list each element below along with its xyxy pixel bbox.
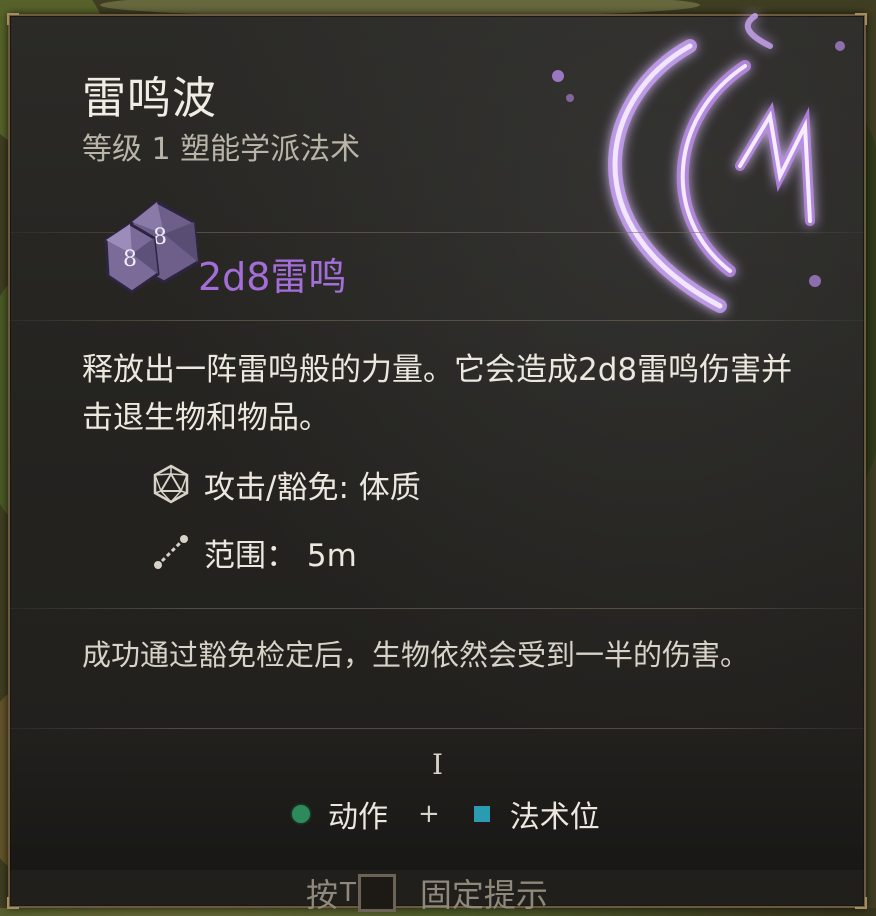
hint-key: T [340, 878, 356, 908]
pin-tooltip-hint: 按 T 固定提示 [306, 870, 548, 916]
save-label: 攻击/豁免: 体质 [204, 469, 421, 506]
action-cost: 动作 + 法术位 [292, 792, 600, 836]
range-icon [154, 535, 188, 569]
action-icon [292, 805, 310, 823]
dice-icon: 8 8 [104, 200, 200, 294]
property-save: 攻击/豁免: 体质 [150, 462, 421, 506]
spell-name: 雷鸣波 [82, 73, 217, 124]
spell-slot-label: 法术位 [509, 800, 600, 835]
svg-text:8: 8 [123, 247, 137, 272]
damage-roll: 2d8雷鸣 [198, 255, 347, 299]
spell-school-level: 等级 1 塑能学派法术 [82, 132, 361, 167]
keybind-box[interactable] [357, 874, 396, 912]
divider [10, 608, 864, 609]
spell-description: 释放出一阵雷鸣般的力量。它会造成2d8雷鸣伤害并击退生物和物品。 [82, 352, 793, 436]
spell-level-numeral: I [432, 748, 444, 781]
divider [10, 320, 864, 321]
spell-tooltip: 雷鸣波 等级 1 塑能学派法术 8 8 2d8雷鸣 释放出一阵雷鸣般的力量。它会… [7, 13, 867, 914]
property-range: 范围： 5m [150, 530, 357, 574]
hint-suffix: 固定提示 [419, 876, 548, 914]
cost-separator: + [418, 799, 440, 829]
d20-save-icon [153, 464, 189, 504]
save-note: 成功通过豁免检定后，生物依然会受到一半的伤害。 [82, 638, 750, 672]
spell-slot-icon [473, 806, 490, 822]
action-label: 动作 [328, 800, 388, 835]
thunderwave-spell-icon [552, 13, 845, 313]
hint-prefix: 按 [306, 876, 339, 914]
range-label: 范围： 5m [204, 537, 357, 574]
